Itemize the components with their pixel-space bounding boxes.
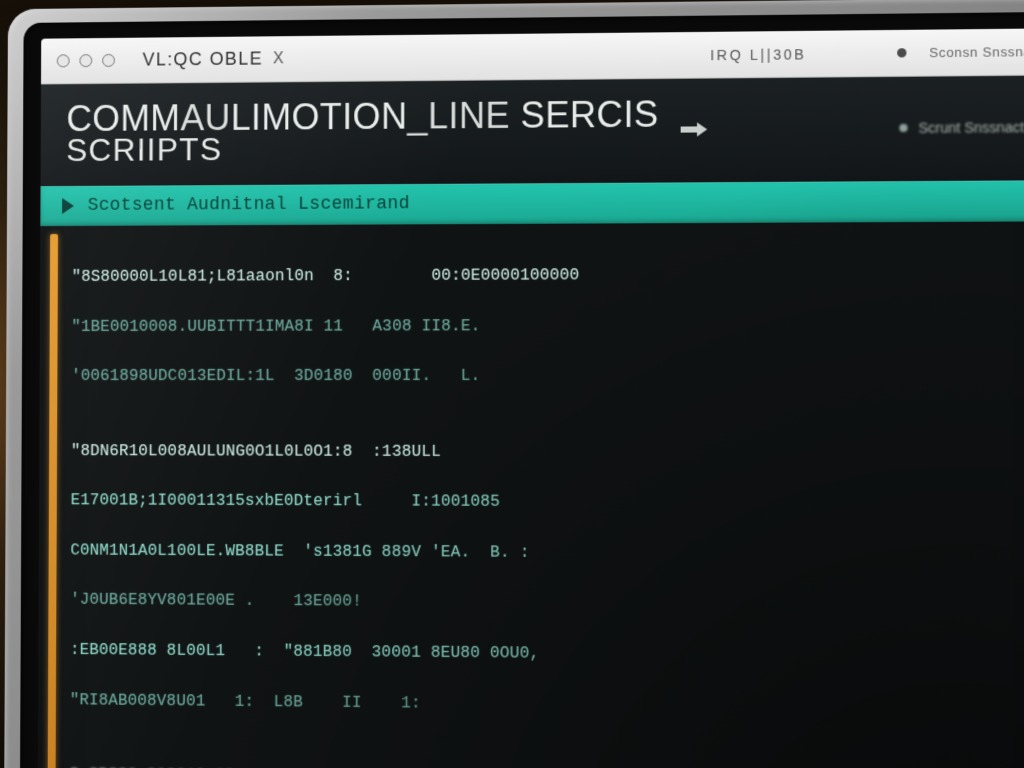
code-line: C0NM1N1A0L100LE.WB8BLE 's1381G 889V 'EA.… bbox=[70, 538, 1024, 568]
tab-active[interactable]: VL:QC OBLE X bbox=[129, 44, 299, 75]
title-word-4: _LINE bbox=[407, 94, 510, 136]
code-line: '0061898UDC013EDIL:1L 3D0180 000II. L. bbox=[71, 364, 1024, 390]
app-title-block: COMMAULIMOTION_LINE SERCIS SCRIIPTS bbox=[66, 97, 659, 166]
code-line: "1BE0010008.UUBITTT1IMA8I 11 A308 II8.E. bbox=[71, 312, 1024, 339]
titlebar-status-text: Sconsn Snssnacc bbox=[929, 44, 1024, 60]
header-status-text: Scrunt Snssnact L bbox=[918, 119, 1024, 136]
code-line bbox=[70, 738, 1024, 748]
status-dot-icon bbox=[897, 48, 906, 57]
titlebar-right-code: IRQ L||30B bbox=[710, 46, 806, 63]
title-word-3: LIMOTION bbox=[231, 95, 408, 138]
window-titlebar: VL:QC OBLE X IRQ L||30B Sconsn Snssnacc bbox=[41, 28, 1024, 84]
app-header: COMMAULIMOTION_LINE SERCIS SCRIIPTS Scru… bbox=[41, 75, 1024, 186]
play-icon bbox=[62, 198, 74, 214]
arrow-right-icon bbox=[681, 120, 708, 138]
screen-bezel: VL:QC OBLE X IRQ L||30B Sconsn Snssnacc … bbox=[20, 12, 1024, 768]
window-controls bbox=[57, 54, 115, 68]
code-line: E17001B;1I00011315sxbE0Dterirl I:1001085 bbox=[71, 488, 1024, 517]
code-pane: "8S80000L10L81;L81aaonl0n 8: 00:0E000010… bbox=[38, 222, 1024, 768]
code-line: :EB00E888 8L00L1 : "881B80 30001 8EU80 0… bbox=[70, 638, 1024, 671]
screen: VL:QC OBLE X IRQ L||30B Sconsn Snssnacc … bbox=[38, 28, 1024, 768]
tab-close-icon[interactable]: X bbox=[273, 50, 285, 68]
tab-label: VL:QC OBLE bbox=[143, 48, 264, 70]
app-title-line1: COMMAULIMOTION_LINE SERCIS bbox=[66, 97, 658, 136]
code-line: "8DN6R10L008AULUNG0O1L0L0O1:8 :138ULL bbox=[71, 439, 1024, 466]
code-line: "8S80000L10L81;L81aaonl0n 8: 00:0E000010… bbox=[72, 261, 1024, 289]
run-label: Scotsent Audnitnal Lscemirand bbox=[88, 194, 410, 216]
header-status: Scrunt Snssnact L bbox=[900, 119, 1024, 136]
code-line: "RI8AB008V8U01 1: L8B II 1: bbox=[70, 688, 1024, 723]
window-zoom-button[interactable] bbox=[102, 54, 115, 67]
laptop-frame: VL:QC OBLE X IRQ L||30B Sconsn Snssnacc … bbox=[4, 0, 1024, 768]
header-status-dot-icon bbox=[900, 124, 908, 132]
run-bar[interactable]: Scotsent Audnitnal Lscemirand bbox=[40, 180, 1024, 226]
window-close-button[interactable] bbox=[57, 54, 70, 67]
code-line: 8:8BS80.000010 08 0080000 0O0E800800 bbox=[69, 763, 1024, 768]
code-line bbox=[71, 414, 1024, 415]
code-line: 'J0UB6E8YV801E00E . 13E000! bbox=[70, 588, 1024, 620]
window-minimize-button[interactable] bbox=[79, 54, 92, 67]
title-word-5: SERCIS bbox=[510, 93, 659, 136]
code-content[interactable]: "8S80000L10L81;L81aaonl0n 8: 00:0E000010… bbox=[55, 222, 1024, 768]
